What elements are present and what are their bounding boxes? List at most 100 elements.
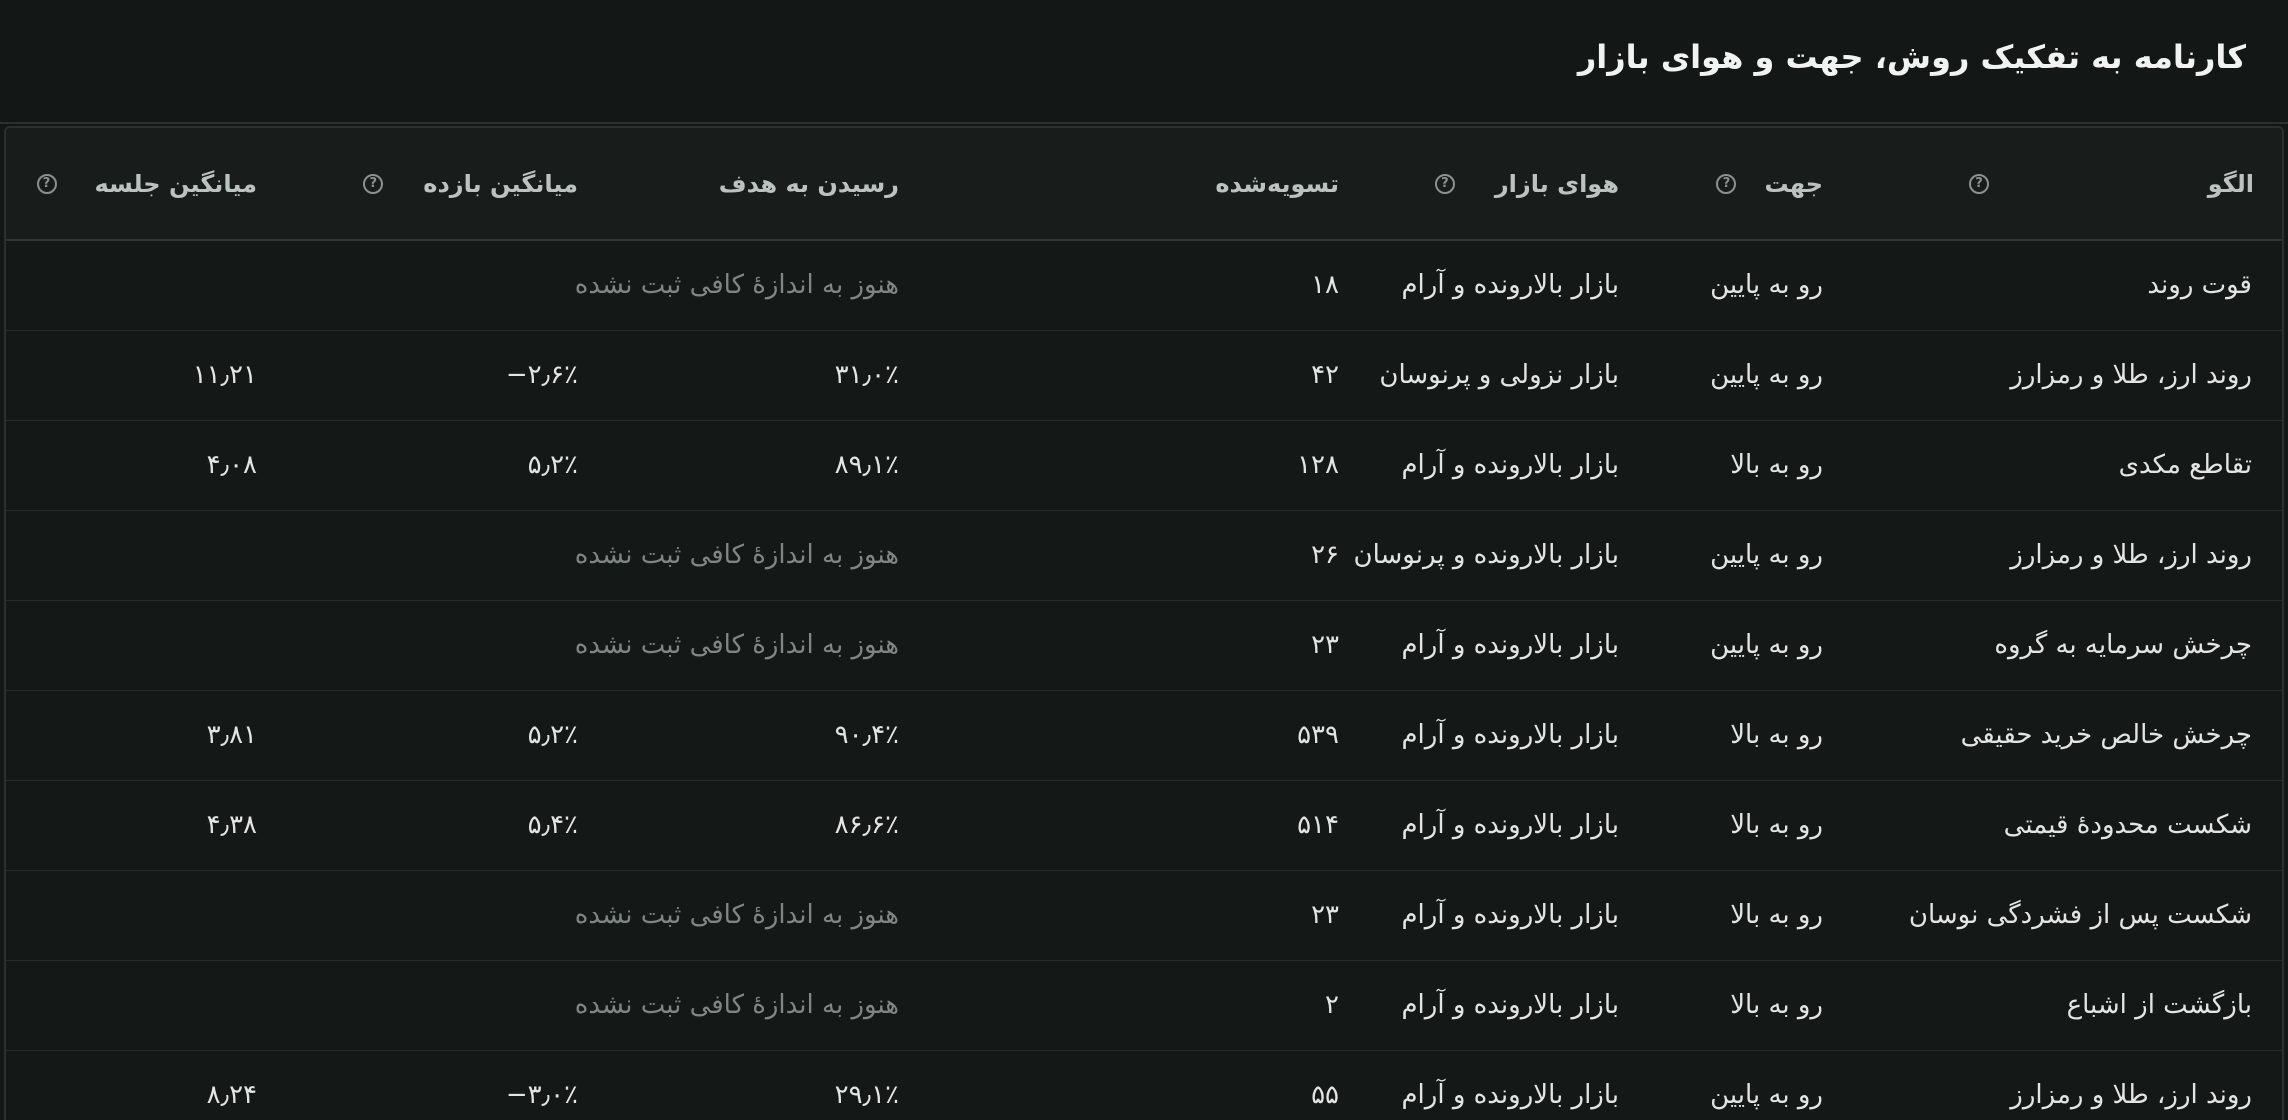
cell-hit-target: هنوز به اندازهٔ کافی ثبت نشده — [575, 870, 907, 961]
cell-market: بازار بالارونده و آرام — [1347, 780, 1677, 871]
cell-pattern: روند ارز، طلا و رمزارز — [1877, 510, 2282, 601]
cell-avg-session — [6, 870, 277, 961]
cell-direction: رو به بالا — [1677, 960, 1877, 1051]
cell-settled: ۵۵ — [907, 1050, 1347, 1120]
table-row: چرخش خالص خرید حقیقی رو به بالا بازار با… — [6, 690, 2282, 781]
panel-header: کارنامه به تفکیک روش، جهت و هوای بازار — [0, 0, 2288, 124]
cell-direction: رو به پایین — [1677, 1050, 1877, 1120]
table-row: قوت روند رو به پایین بازار بالارونده و آ… — [6, 240, 2282, 331]
cell-avg-return: −۲٫۶٪ — [277, 330, 592, 421]
performance-panel: کارنامه به تفکیک روش، جهت و هوای بازار ا… — [0, 0, 2288, 1120]
cell-avg-session: ۸٫۲۴ — [6, 1050, 277, 1120]
cell-hit-target: هنوز به اندازهٔ کافی ثبت نشده — [575, 240, 907, 331]
cell-market: بازار بالارونده و پرنوسان — [1347, 510, 1677, 601]
column-header-direction[interactable]: جهت ? — [1677, 128, 1877, 241]
cell-pattern: روند ارز، طلا و رمزارز — [1877, 1050, 2282, 1120]
column-label-avg-session: میانگین جلسه — [94, 169, 257, 198]
cell-direction: رو به پایین — [1677, 600, 1877, 691]
cell-avg-return: ۵٫۲٪ — [277, 420, 592, 511]
cell-pattern: شکست محدودهٔ قیمتی — [1877, 780, 2282, 871]
cell-pattern: قوت روند — [1877, 240, 2282, 331]
cell-hit-target: ۸۹٫۱٪ — [592, 420, 907, 511]
cell-pattern: چرخش خالص خرید حقیقی — [1877, 690, 2282, 781]
cell-direction: رو به پایین — [1677, 240, 1877, 331]
column-label-hit-target: رسیدن به هدف — [718, 169, 899, 198]
cell-market: بازار بالارونده و آرام — [1347, 870, 1677, 961]
cell-market: بازار بالارونده و آرام — [1347, 1050, 1677, 1120]
cell-direction: رو به بالا — [1677, 870, 1877, 961]
cell-direction: رو به بالا — [1677, 780, 1877, 871]
question-circle-icon[interactable]: ? — [36, 173, 57, 194]
cell-pattern: چرخش سرمایه به گروه — [1877, 600, 2282, 691]
table-header-row: الگو ? جهت ? هوای بازار ? — [6, 128, 2282, 241]
cell-market: بازار بالارونده و آرام — [1347, 420, 1677, 511]
cell-hit-target: هنوز به اندازهٔ کافی ثبت نشده — [575, 600, 907, 691]
column-header-hit-target[interactable]: رسیدن به هدف — [592, 128, 907, 241]
cell-avg-session: ۴٫۳۸ — [6, 780, 277, 871]
cell-avg-session — [6, 240, 277, 331]
table-row: شکست محدودهٔ قیمتی رو به بالا بازار بالا… — [6, 780, 2282, 871]
cell-avg-return: ۵٫۲٪ — [277, 690, 592, 781]
cell-settled: ۴۲ — [907, 330, 1347, 421]
table-row: روند ارز، طلا و رمزارز رو به پایین بازار… — [6, 330, 2282, 421]
cell-hit-target: ۸۶٫۶٪ — [592, 780, 907, 871]
cell-avg-session — [6, 510, 277, 601]
cell-hit-target: ۲۹٫۱٪ — [592, 1050, 907, 1120]
cell-market: بازار بالارونده و آرام — [1347, 240, 1677, 331]
performance-table-container[interactable]: الگو ? جهت ? هوای بازار ? — [4, 126, 2284, 1120]
table-row: شکست پس از فشردگی نوسان رو به بالا بازار… — [6, 870, 2282, 961]
cell-settled: ۵۳۹ — [907, 690, 1347, 781]
cell-hit-target: ۳۱٫۰٪ — [592, 330, 907, 421]
table-row: روند ارز، طلا و رمزارز رو به پایین بازار… — [6, 510, 2282, 601]
question-circle-icon[interactable]: ? — [363, 173, 384, 194]
performance-table: الگو ? جهت ? هوای بازار ? — [6, 128, 2282, 1120]
column-header-avg-return[interactable]: میانگین بازده ? — [277, 128, 592, 241]
cell-settled: ۱۸ — [907, 240, 1347, 331]
column-header-pattern[interactable]: الگو ? — [1877, 128, 2282, 241]
question-circle-icon[interactable]: ? — [1716, 173, 1737, 194]
column-header-avg-session[interactable]: میانگین جلسه ? — [6, 128, 277, 241]
cell-settled: ۵۱۴ — [907, 780, 1347, 871]
cell-avg-return — [277, 960, 592, 1051]
cell-avg-return — [277, 870, 592, 961]
column-header-settled[interactable]: تسویه‌شده — [907, 128, 1347, 241]
cell-pattern: شکست پس از فشردگی نوسان — [1877, 870, 2282, 961]
cell-market: بازار بالارونده و آرام — [1347, 960, 1677, 1051]
cell-hit-target: هنوز به اندازهٔ کافی ثبت نشده — [575, 960, 907, 1051]
cell-avg-session — [6, 960, 277, 1051]
cell-market: بازار بالارونده و آرام — [1347, 690, 1677, 781]
cell-settled: ۲۶ — [907, 510, 1347, 601]
cell-direction: رو به پایین — [1677, 510, 1877, 601]
table-row: روند ارز، طلا و رمزارز رو به پایین بازار… — [6, 1050, 2282, 1120]
cell-avg-session: ۱۱٫۲۱ — [6, 330, 277, 421]
cell-avg-session: ۳٫۸۱ — [6, 690, 277, 781]
cell-avg-return: ۵٫۴٪ — [277, 780, 592, 871]
table-row: تقاطع مکدی رو به بالا بازار بالارونده و … — [6, 420, 2282, 511]
cell-settled: ۱۲۸ — [907, 420, 1347, 511]
cell-avg-return — [277, 600, 592, 691]
cell-settled: ۲ — [907, 960, 1347, 1051]
cell-settled: ۲۳ — [907, 600, 1347, 691]
cell-avg-session: ۴٫۰۸ — [6, 420, 277, 511]
column-label-settled: تسویه‌شده — [1215, 169, 1339, 198]
cell-avg-return — [277, 510, 592, 601]
cell-hit-target: هنوز به اندازهٔ کافی ثبت نشده — [575, 510, 907, 601]
question-circle-icon[interactable]: ? — [1434, 173, 1455, 194]
cell-direction: رو به بالا — [1677, 690, 1877, 781]
cell-pattern: بازگشت از اشباع — [1877, 960, 2282, 1051]
column-header-market[interactable]: هوای بازار ? — [1347, 128, 1677, 241]
cell-direction: رو به پایین — [1677, 330, 1877, 421]
table-row: چرخش سرمایه به گروه رو به پایین بازار با… — [6, 600, 2282, 691]
table-row: بازگشت از اشباع رو به بالا بازار بالارون… — [6, 960, 2282, 1051]
cell-avg-session — [6, 600, 277, 691]
cell-market: بازار بالارونده و آرام — [1347, 600, 1677, 691]
cell-pattern: روند ارز، طلا و رمزارز — [1877, 330, 2282, 421]
column-label-direction: جهت — [1764, 169, 1823, 198]
cell-hit-target: ۹۰٫۴٪ — [592, 690, 907, 781]
page-title: کارنامه به تفکیک روش، جهت و هوای بازار — [1577, 38, 2246, 76]
cell-pattern: تقاطع مکدی — [1877, 420, 2282, 511]
question-circle-icon[interactable]: ? — [1969, 173, 1989, 194]
column-label-pattern: الگو — [2207, 169, 2254, 198]
cell-avg-return — [277, 240, 592, 331]
column-label-avg-return: میانگین بازده — [423, 169, 578, 198]
